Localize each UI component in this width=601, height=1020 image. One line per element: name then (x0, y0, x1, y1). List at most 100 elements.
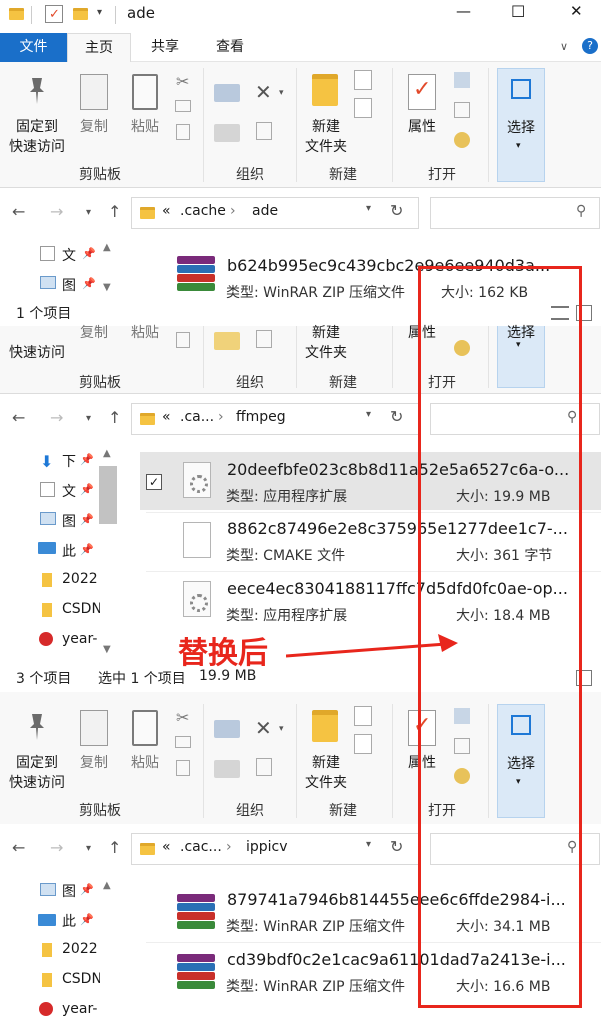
forward-arrow-icon[interactable]: → (50, 838, 63, 857)
pin-to-quick-access-button-label-1[interactable]: 固定到 (10, 116, 64, 136)
new-item-icon[interactable] (354, 706, 372, 726)
up-arrow-icon[interactable]: ↑ (108, 838, 121, 857)
new-folder-button-label-2[interactable]: 文件夹 (301, 136, 351, 156)
sidebar-item-documents[interactable]: 文 (62, 481, 76, 501)
properties-quick-icon[interactable]: ✓ (45, 5, 63, 23)
copy-button[interactable]: 复制 (76, 752, 112, 772)
address-bar[interactable]: « .cache › ade ▾ ↻ (131, 197, 419, 229)
back-arrow-icon[interactable]: ← (12, 202, 25, 221)
edit-icon[interactable] (454, 102, 470, 118)
delete-dropdown-icon[interactable]: ▾ (279, 88, 284, 98)
address-dropdown-icon[interactable]: ▾ (366, 839, 371, 850)
recent-locations-icon[interactable]: ▾ (86, 843, 91, 854)
delete-icon[interactable]: ✕ (255, 716, 272, 740)
new-item-icon[interactable] (354, 70, 372, 90)
tab-share[interactable]: 共享 (134, 33, 196, 62)
copy-to-icon[interactable] (214, 760, 240, 778)
pin-to-quick-access-button-label-2[interactable]: 快速访问 (2, 342, 72, 362)
sidebar-item-pictures[interactable]: 图 (62, 275, 76, 295)
delete-icon[interactable]: ✕ (255, 80, 272, 104)
sidebar-item-downloads[interactable]: 下 (62, 451, 76, 471)
minimize-button[interactable]: — (456, 2, 471, 20)
scroll-up-arrow-icon[interactable]: ▲ (103, 242, 111, 253)
breadcrumb-parent[interactable]: .cac... (180, 839, 222, 855)
back-arrow-icon[interactable]: ← (12, 408, 25, 427)
paste-shortcut-icon[interactable] (176, 124, 190, 140)
sidebar-item-folder-2022[interactable]: 2022 (62, 571, 98, 587)
new-folder-button-label-2[interactable]: 文件夹 (301, 342, 351, 362)
new-folder-button-label-1[interactable]: 新建 (303, 116, 349, 136)
recent-locations-icon[interactable]: ▾ (86, 413, 91, 424)
breadcrumb-overflow[interactable]: « (162, 409, 171, 425)
new-folder-button-label-2[interactable]: 文件夹 (301, 772, 351, 792)
cut-icon[interactable]: ✂ (176, 72, 189, 91)
breadcrumb-current[interactable]: ippicv (246, 839, 288, 855)
easy-access-icon[interactable] (354, 98, 372, 118)
new-folder-quick-icon[interactable] (73, 8, 88, 20)
refresh-icon[interactable]: ↻ (390, 407, 403, 426)
cut-icon[interactable]: ✂ (176, 708, 189, 727)
address-dropdown-icon[interactable]: ▾ (366, 203, 371, 214)
copy-path-icon[interactable] (175, 736, 191, 748)
search-input[interactable]: ⚲ (430, 197, 600, 229)
copy-path-icon[interactable] (175, 100, 191, 112)
breadcrumb-parent[interactable]: .ca... (180, 409, 214, 425)
copy-to-icon[interactable] (214, 332, 240, 350)
move-to-icon[interactable] (214, 720, 240, 738)
paste-shortcut-icon[interactable] (176, 332, 190, 348)
address-dropdown-icon[interactable]: ▾ (366, 409, 371, 420)
breadcrumb-current[interactable]: ade (252, 203, 278, 219)
sidebar-item-pictures[interactable]: 图 (62, 881, 76, 901)
breadcrumb-overflow[interactable]: « (162, 203, 171, 219)
pin-to-quick-access-button-label-1[interactable]: 固定到 (10, 752, 64, 772)
copy-button[interactable]: 复制 (76, 322, 112, 342)
refresh-icon[interactable]: ↻ (390, 201, 403, 220)
scroll-down-arrow-icon[interactable]: ▼ (103, 644, 111, 655)
back-arrow-icon[interactable]: ← (12, 838, 25, 857)
up-arrow-icon[interactable]: ↑ (108, 202, 121, 221)
address-bar[interactable]: « .cac... › ippicv ▾ ↻ (131, 833, 419, 865)
sidebar-item-folder-2022[interactable]: 2022 (62, 941, 98, 957)
open-icon[interactable] (454, 72, 470, 88)
new-folder-button-label-1[interactable]: 新建 (303, 752, 349, 772)
up-arrow-icon[interactable]: ↑ (108, 408, 121, 427)
close-button[interactable]: ✕ (570, 2, 583, 20)
easy-access-icon[interactable] (354, 734, 372, 754)
rename-icon[interactable] (256, 330, 272, 348)
scroll-up-arrow-icon[interactable]: ▲ (103, 448, 111, 459)
new-folder-button-label-1[interactable]: 新建 (303, 322, 349, 342)
refresh-icon[interactable]: ↻ (390, 837, 403, 856)
rename-icon[interactable] (256, 758, 272, 776)
history-icon[interactable] (454, 132, 470, 148)
sidebar-item-pictures[interactable]: 图 (62, 511, 76, 531)
recent-locations-icon[interactable]: ▾ (86, 207, 91, 218)
breadcrumb-current[interactable]: ffmpeg (236, 409, 286, 425)
paste-button[interactable]: 粘贴 (127, 116, 163, 136)
maximize-button[interactable]: ☐ (511, 2, 525, 21)
sidebar-item-this-pc[interactable]: 此 (62, 911, 76, 931)
sidebar-item-this-pc[interactable]: 此 (62, 541, 76, 561)
breadcrumb-overflow[interactable]: « (162, 839, 171, 855)
select-button[interactable]: 选择 ▾ (497, 68, 545, 182)
sidebar-item-year[interactable]: year- (62, 631, 100, 647)
address-bar[interactable]: « .ca... › ffmpeg ▾ ↻ (131, 403, 419, 435)
scrollbar-thumb[interactable] (99, 466, 117, 524)
quick-access-toolbar-dropdown-icon[interactable]: ▾ (97, 7, 102, 18)
scroll-up-arrow-icon[interactable]: ▲ (103, 880, 111, 891)
help-icon[interactable]: ? (582, 38, 598, 54)
tab-file[interactable]: 文件 (0, 33, 67, 62)
collapse-ribbon-icon[interactable]: ∨ (560, 40, 568, 53)
sidebar-item-folder-csdn[interactable]: CSDN (62, 601, 100, 617)
pin-to-quick-access-button-label-2[interactable]: 快速访问 (2, 772, 72, 792)
copy-to-icon[interactable] (214, 124, 240, 142)
scroll-down-arrow-icon[interactable]: ▼ (103, 282, 111, 293)
sidebar-item-year[interactable]: year- (62, 1001, 100, 1017)
paste-button[interactable]: 粘贴 (127, 752, 163, 772)
paste-button[interactable]: 粘贴 (127, 322, 163, 342)
delete-dropdown-icon[interactable]: ▾ (279, 724, 284, 734)
paste-shortcut-icon[interactable] (176, 760, 190, 776)
tab-home[interactable]: 主页 (67, 33, 131, 62)
rename-icon[interactable] (256, 122, 272, 140)
pin-to-quick-access-button-label-2[interactable]: 快速访问 (2, 136, 72, 156)
tab-view[interactable]: 查看 (199, 33, 261, 62)
